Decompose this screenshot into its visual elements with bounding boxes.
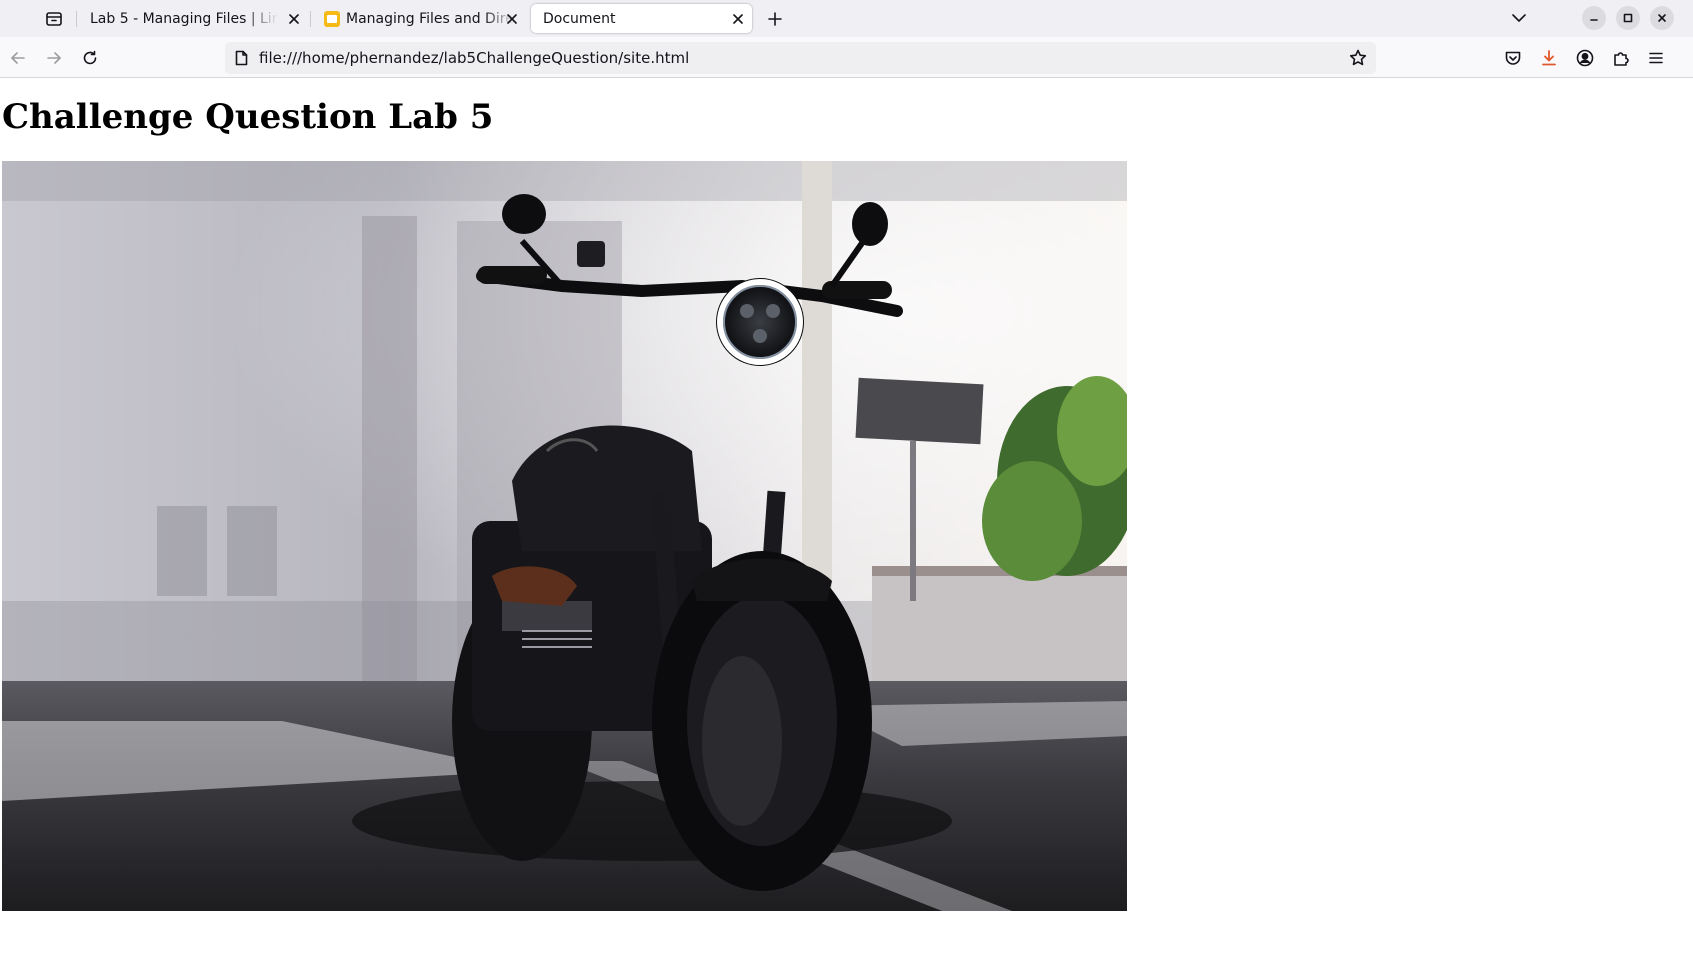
forward-button[interactable] xyxy=(39,43,69,73)
google-slides-icon xyxy=(324,10,340,27)
tab-title: Document xyxy=(543,10,616,27)
star-icon xyxy=(1349,49,1367,66)
minimize-button[interactable] xyxy=(1582,6,1606,30)
close-icon xyxy=(507,14,517,24)
tab-lab5[interactable]: Lab 5 - Managing Files | Linux xyxy=(78,4,308,33)
account-icon xyxy=(1576,49,1594,67)
account-button[interactable] xyxy=(1570,43,1600,73)
list-all-tabs-button[interactable] xyxy=(1507,6,1531,30)
tab-close-button[interactable] xyxy=(504,11,520,27)
firefox-view-icon xyxy=(46,11,62,26)
tab-separator xyxy=(76,11,77,27)
reload-button[interactable] xyxy=(75,43,105,73)
tab-close-button[interactable] xyxy=(730,11,746,27)
url-text[interactable]: file:///home/phernandez/lab5ChallengeQue… xyxy=(259,49,689,67)
downloads-button[interactable] xyxy=(1534,43,1564,73)
tab-title: Lab 5 - Managing Files | Linux xyxy=(90,10,278,27)
close-icon xyxy=(1658,14,1666,22)
maximize-button[interactable] xyxy=(1616,6,1640,30)
motorcycle-photo xyxy=(2,161,1127,911)
page-heading: Challenge Question Lab 5 xyxy=(2,97,494,137)
download-icon xyxy=(1542,50,1556,66)
close-icon xyxy=(289,14,299,24)
plus-icon xyxy=(768,11,782,26)
app-menu-button[interactable] xyxy=(1641,43,1671,73)
minimize-icon xyxy=(1590,19,1598,21)
firefox-view-button[interactable] xyxy=(38,4,70,33)
tab-managing-files[interactable]: Managing Files and Directories xyxy=(312,4,526,33)
maximize-icon xyxy=(1623,13,1633,23)
pocket-button[interactable] xyxy=(1498,43,1528,73)
extensions-button[interactable] xyxy=(1606,43,1636,73)
tab-close-button[interactable] xyxy=(286,11,302,27)
page-content: Challenge Question Lab 5 xyxy=(0,78,1693,960)
arrow-right-icon xyxy=(47,52,61,64)
chevron-down-icon xyxy=(1512,14,1526,22)
address-bar[interactable]: file:///home/phernandez/lab5ChallengeQue… xyxy=(225,42,1376,74)
page-icon xyxy=(233,50,249,66)
motorcycle-image xyxy=(2,161,1127,911)
vertical-scrollbar[interactable] xyxy=(1679,78,1693,960)
bookmark-star-button[interactable] xyxy=(1348,48,1368,68)
puzzle-icon xyxy=(1614,52,1629,66)
tab-strip: Lab 5 - Managing Files | Linux Managing … xyxy=(0,0,1693,37)
arrow-left-icon xyxy=(11,52,25,64)
reload-icon xyxy=(83,50,97,65)
tab-document[interactable]: Document xyxy=(531,4,752,33)
close-window-button[interactable] xyxy=(1650,6,1674,30)
tab-separator xyxy=(310,11,311,27)
back-button[interactable] xyxy=(3,43,33,73)
close-icon xyxy=(733,14,743,24)
pocket-icon xyxy=(1505,51,1521,65)
tab-title: Managing Files and Directories xyxy=(346,10,514,27)
hamburger-menu-icon xyxy=(1649,52,1663,64)
navigation-toolbar: file:///home/phernandez/lab5ChallengeQue… xyxy=(0,37,1693,78)
new-tab-button[interactable] xyxy=(761,4,789,33)
